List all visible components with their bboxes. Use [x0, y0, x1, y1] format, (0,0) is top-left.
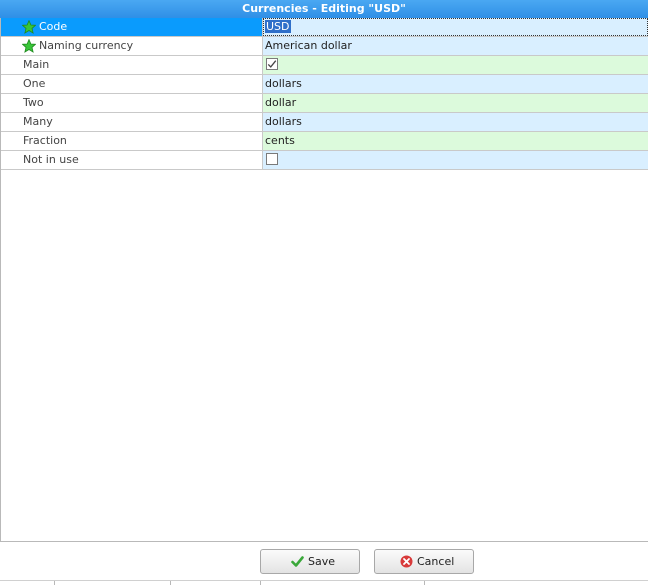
bottom-status-strip [0, 580, 648, 585]
property-label[interactable]: Code [1, 18, 263, 36]
property-row[interactable]: One dollars [1, 75, 648, 94]
property-label-text: Many [23, 115, 53, 128]
property-label[interactable]: Many [1, 113, 263, 131]
property-label-text: Code [39, 20, 68, 33]
strip-divider [260, 581, 261, 585]
property-value[interactable]: dollars [263, 75, 648, 93]
property-value-text: cents [265, 134, 295, 147]
property-value[interactable] [263, 151, 648, 169]
save-button[interactable]: Save [260, 549, 360, 574]
property-row[interactable]: Not in use [1, 151, 648, 170]
property-label[interactable]: Main [1, 56, 263, 74]
property-value-text: dollars [265, 77, 302, 90]
property-label-text: One [23, 77, 46, 90]
property-label-text: Naming currency [39, 39, 134, 52]
property-label-text: Fraction [23, 134, 67, 147]
property-value-text: dollar [265, 96, 297, 109]
strip-divider [54, 581, 55, 585]
property-row[interactable]: Fraction cents [1, 132, 648, 151]
cancel-button-label: Cancel [417, 555, 455, 568]
property-label-text: Two [23, 96, 44, 109]
property-value[interactable] [263, 56, 648, 74]
property-value[interactable]: American dollar [263, 37, 648, 55]
property-label[interactable]: Not in use [1, 151, 263, 169]
window-title: Currencies - Editing "USD" [0, 0, 648, 18]
green-star-icon [22, 39, 36, 53]
property-label[interactable]: Two [1, 94, 263, 112]
property-label[interactable]: Naming currency [1, 37, 263, 55]
strip-divider [170, 581, 171, 585]
property-value-text: USD [265, 20, 291, 33]
property-row[interactable]: Naming currency American dollar [1, 37, 648, 56]
property-checkbox[interactable] [266, 153, 278, 165]
property-row[interactable]: Code USD [1, 18, 648, 37]
dialog-footer: Save Cancel [0, 542, 648, 585]
property-row[interactable]: Many dollars [1, 113, 648, 132]
strip-divider [424, 581, 425, 585]
green-star-icon [22, 20, 36, 34]
property-label-text: Not in use [23, 153, 79, 166]
property-value[interactable]: dollar [263, 94, 648, 112]
property-value-text: American dollar [265, 39, 352, 52]
property-value[interactable]: USD [263, 18, 648, 36]
property-value-text: dollars [265, 115, 302, 128]
property-label-text: Main [23, 58, 50, 71]
property-row[interactable]: Main [1, 56, 648, 75]
green-checkmark-icon [291, 556, 304, 567]
currency-editor-window: Currencies - Editing "USD" Code USD Naming… [0, 0, 648, 585]
property-grid: Code USD Naming currency American dollar Mai… [0, 18, 648, 542]
property-value[interactable]: cents [263, 132, 648, 150]
save-button-label: Save [308, 555, 336, 568]
checkmark-icon [267, 60, 277, 68]
property-label[interactable]: One [1, 75, 263, 93]
cancel-button[interactable]: Cancel [374, 549, 474, 574]
property-row[interactable]: Two dollar [1, 94, 648, 113]
property-value[interactable]: dollars [263, 113, 648, 131]
property-label[interactable]: Fraction [1, 132, 263, 150]
red-x-circle-icon [400, 555, 413, 568]
property-checkbox[interactable] [266, 58, 278, 70]
